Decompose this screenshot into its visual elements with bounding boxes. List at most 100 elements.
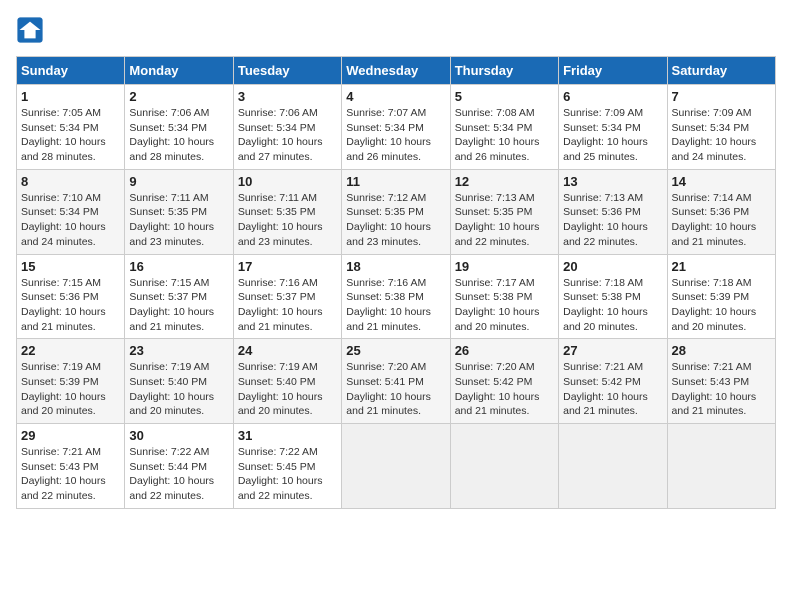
day-number: 9 [129,174,228,189]
calendar-week-row: 29 Sunrise: 7:21 AMSunset: 5:43 PMDayligh… [17,424,776,509]
day-number: 20 [563,259,662,274]
day-number: 31 [238,428,337,443]
weekday-header-cell: Sunday [17,57,125,85]
day-number: 17 [238,259,337,274]
day-number: 12 [455,174,554,189]
header [16,16,776,44]
weekday-header-cell: Thursday [450,57,558,85]
day-number: 30 [129,428,228,443]
day-info: Sunrise: 7:19 AMSunset: 5:40 PMDaylight:… [129,360,228,419]
logo [16,16,48,44]
day-info: Sunrise: 7:05 AMSunset: 5:34 PMDaylight:… [21,106,120,165]
calendar-day-cell: 15 Sunrise: 7:15 AMSunset: 5:36 PMDayligh… [17,254,125,339]
day-number: 18 [346,259,445,274]
day-info: Sunrise: 7:15 AMSunset: 5:36 PMDaylight:… [21,276,120,335]
logo-icon [16,16,44,44]
weekday-header-cell: Saturday [667,57,775,85]
weekday-header-row: SundayMondayTuesdayWednesdayThursdayFrid… [17,57,776,85]
day-number: 7 [672,89,771,104]
day-number: 26 [455,343,554,358]
calendar-day-cell: 5 Sunrise: 7:08 AMSunset: 5:34 PMDaylight… [450,85,558,170]
calendar-day-cell: 21 Sunrise: 7:18 AMSunset: 5:39 PMDayligh… [667,254,775,339]
day-number: 15 [21,259,120,274]
calendar-day-cell: 23 Sunrise: 7:19 AMSunset: 5:40 PMDayligh… [125,339,233,424]
day-info: Sunrise: 7:20 AMSunset: 5:41 PMDaylight:… [346,360,445,419]
day-number: 3 [238,89,337,104]
day-info: Sunrise: 7:13 AMSunset: 5:35 PMDaylight:… [455,191,554,250]
day-number: 19 [455,259,554,274]
calendar-day-cell: 22Sunrise: 7:19 AMSunset: 5:39 PMDayligh… [17,339,125,424]
weekday-header-cell: Monday [125,57,233,85]
day-info: Sunrise: 7:22 AMSunset: 5:45 PMDaylight:… [238,445,337,504]
day-info: Sunrise: 7:11 AMSunset: 5:35 PMDaylight:… [129,191,228,250]
day-info: Sunrise: 7:12 AMSunset: 5:35 PMDaylight:… [346,191,445,250]
calendar-day-cell [450,424,558,509]
calendar-day-cell: 1Sunrise: 7:05 AMSunset: 5:34 PMDaylight… [17,85,125,170]
calendar-day-cell: 4 Sunrise: 7:07 AMSunset: 5:34 PMDaylight… [342,85,450,170]
day-info: Sunrise: 7:16 AMSunset: 5:37 PMDaylight:… [238,276,337,335]
day-info: Sunrise: 7:08 AMSunset: 5:34 PMDaylight:… [455,106,554,165]
day-info: Sunrise: 7:20 AMSunset: 5:42 PMDaylight:… [455,360,554,419]
day-number: 2 [129,89,228,104]
calendar-day-cell: 2 Sunrise: 7:06 AMSunset: 5:34 PMDaylight… [125,85,233,170]
calendar-week-row: 8 Sunrise: 7:10 AMSunset: 5:34 PMDaylight… [17,169,776,254]
calendar-day-cell: 19 Sunrise: 7:17 AMSunset: 5:38 PMDayligh… [450,254,558,339]
day-number: 22 [21,343,120,358]
day-number: 21 [672,259,771,274]
calendar-day-cell: 7 Sunrise: 7:09 AMSunset: 5:34 PMDaylight… [667,85,775,170]
day-info: Sunrise: 7:18 AMSunset: 5:38 PMDaylight:… [563,276,662,335]
calendar-day-cell: 28Sunrise: 7:21 AMSunset: 5:43 PMDayligh… [667,339,775,424]
calendar-day-cell: 31 Sunrise: 7:22 AMSunset: 5:45 PMDayligh… [233,424,341,509]
calendar-day-cell: 26 Sunrise: 7:20 AMSunset: 5:42 PMDayligh… [450,339,558,424]
calendar-day-cell: 6Sunrise: 7:09 AMSunset: 5:34 PMDaylight… [559,85,667,170]
day-info: Sunrise: 7:18 AMSunset: 5:39 PMDaylight:… [672,276,771,335]
day-number: 14 [672,174,771,189]
day-info: Sunrise: 7:14 AMSunset: 5:36 PMDaylight:… [672,191,771,250]
calendar-day-cell: 16 Sunrise: 7:15 AMSunset: 5:37 PMDayligh… [125,254,233,339]
calendar-body: 1Sunrise: 7:05 AMSunset: 5:34 PMDaylight… [17,85,776,509]
calendar-day-cell: 20 Sunrise: 7:18 AMSunset: 5:38 PMDayligh… [559,254,667,339]
day-info: Sunrise: 7:10 AMSunset: 5:34 PMDaylight:… [21,191,120,250]
day-number: 10 [238,174,337,189]
calendar-day-cell: 18Sunrise: 7:16 AMSunset: 5:38 PMDayligh… [342,254,450,339]
day-info: Sunrise: 7:06 AMSunset: 5:34 PMDaylight:… [238,106,337,165]
day-number: 25 [346,343,445,358]
day-info: Sunrise: 7:09 AMSunset: 5:34 PMDaylight:… [563,106,662,165]
calendar-day-cell [667,424,775,509]
day-number: 24 [238,343,337,358]
calendar-day-cell: 14 Sunrise: 7:14 AMSunset: 5:36 PMDayligh… [667,169,775,254]
calendar-day-cell: 13 Sunrise: 7:13 AMSunset: 5:36 PMDayligh… [559,169,667,254]
calendar-day-cell: 10 Sunrise: 7:11 AMSunset: 5:35 PMDayligh… [233,169,341,254]
day-info: Sunrise: 7:09 AMSunset: 5:34 PMDaylight:… [672,106,771,165]
day-number: 27 [563,343,662,358]
day-info: Sunrise: 7:17 AMSunset: 5:38 PMDaylight:… [455,276,554,335]
day-info: Sunrise: 7:11 AMSunset: 5:35 PMDaylight:… [238,191,337,250]
calendar-day-cell: 9 Sunrise: 7:11 AMSunset: 5:35 PMDaylight… [125,169,233,254]
day-number: 5 [455,89,554,104]
day-info: Sunrise: 7:15 AMSunset: 5:37 PMDaylight:… [129,276,228,335]
calendar-day-cell: 8 Sunrise: 7:10 AMSunset: 5:34 PMDaylight… [17,169,125,254]
day-number: 29 [21,428,120,443]
day-number: 16 [129,259,228,274]
day-info: Sunrise: 7:22 AMSunset: 5:44 PMDaylight:… [129,445,228,504]
calendar-day-cell [342,424,450,509]
day-info: Sunrise: 7:21 AMSunset: 5:42 PMDaylight:… [563,360,662,419]
weekday-header-cell: Friday [559,57,667,85]
day-info: Sunrise: 7:21 AMSunset: 5:43 PMDaylight:… [672,360,771,419]
calendar-week-row: 1Sunrise: 7:05 AMSunset: 5:34 PMDaylight… [17,85,776,170]
calendar-day-cell: 27 Sunrise: 7:21 AMSunset: 5:42 PMDayligh… [559,339,667,424]
calendar-day-cell: 11Sunrise: 7:12 AMSunset: 5:35 PMDayligh… [342,169,450,254]
day-info: Sunrise: 7:13 AMSunset: 5:36 PMDaylight:… [563,191,662,250]
day-info: Sunrise: 7:21 AMSunset: 5:43 PMDaylight:… [21,445,120,504]
day-info: Sunrise: 7:06 AMSunset: 5:34 PMDaylight:… [129,106,228,165]
calendar-week-row: 22Sunrise: 7:19 AMSunset: 5:39 PMDayligh… [17,339,776,424]
calendar-day-cell: 3 Sunrise: 7:06 AMSunset: 5:34 PMDaylight… [233,85,341,170]
day-number: 8 [21,174,120,189]
calendar-day-cell: 24Sunrise: 7:19 AMSunset: 5:40 PMDayligh… [233,339,341,424]
day-number: 4 [346,89,445,104]
calendar-table: SundayMondayTuesdayWednesdayThursdayFrid… [16,56,776,509]
weekday-header-cell: Wednesday [342,57,450,85]
day-info: Sunrise: 7:07 AMSunset: 5:34 PMDaylight:… [346,106,445,165]
day-number: 23 [129,343,228,358]
day-number: 13 [563,174,662,189]
